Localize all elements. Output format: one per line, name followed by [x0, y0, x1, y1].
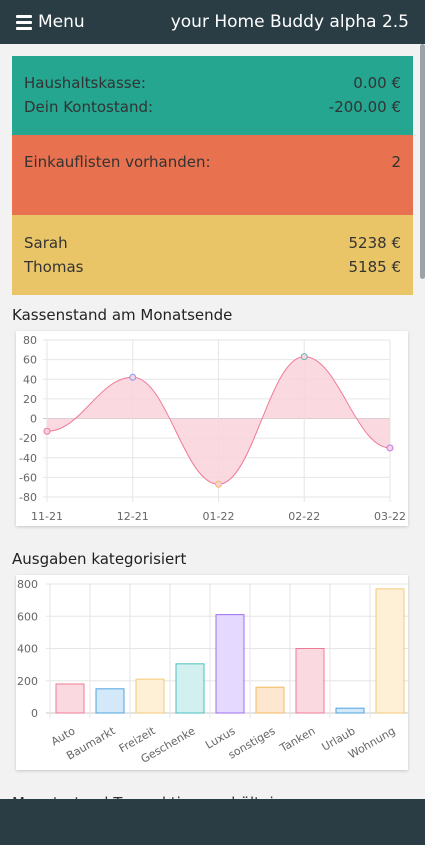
lists-label: Einkauflisten vorhanden:	[24, 153, 211, 171]
data-point	[300, 353, 308, 361]
bar	[135, 678, 165, 714]
person-row: Sarah 5238 €	[24, 231, 401, 255]
top-navbar: Menu your Home Buddy alpha 2.5	[0, 0, 425, 44]
bar	[375, 588, 405, 714]
y-tick-label: 60	[23, 354, 37, 367]
lists-count: 2	[391, 153, 401, 171]
x-tick-label: 03-22	[374, 510, 406, 523]
x-tick-label: Tanken	[277, 724, 318, 755]
line-chart-title: Kassenstand am Monatsende	[12, 306, 233, 324]
scrollbar[interactable]	[420, 44, 425, 279]
people-panel: Sarah 5238 € Thomas 5185 €	[12, 215, 413, 295]
data-point	[215, 480, 222, 488]
y-tick-label: 400	[17, 643, 38, 656]
balance-value: -200.00 €	[328, 98, 401, 116]
y-tick-label: 800	[17, 578, 38, 591]
line-chart: 80 60 40 20 0 -20 -40 -60 -80 11-21 12-21 01-22 02-2…	[19, 334, 406, 523]
y-tick-label: 200	[17, 675, 38, 688]
bar	[335, 707, 365, 714]
y-tick-label: 0	[31, 707, 38, 720]
menu-button[interactable]: Menu	[16, 12, 85, 32]
bar	[95, 688, 125, 714]
data-point	[129, 373, 137, 381]
hamburger-icon	[16, 14, 32, 30]
y-tick-label: -80	[19, 491, 37, 504]
shopping-lists-panel[interactable]: Einkauflisten vorhanden: 2	[12, 135, 413, 215]
bar	[175, 663, 205, 714]
x-tick-label: Auto	[49, 724, 78, 748]
person-value: 5185 €	[348, 258, 402, 276]
bar	[215, 614, 245, 714]
bottom-bar	[0, 799, 425, 845]
y-tick-label: 40	[23, 373, 37, 386]
y-tick-label: 600	[17, 610, 38, 623]
data-point	[386, 444, 394, 452]
y-tick-label: 80	[23, 334, 37, 347]
y-tick-label: 20	[23, 393, 37, 406]
bar-chart-title: Ausgaben kategorisiert	[12, 550, 187, 568]
x-tick-label: 12-21	[117, 510, 149, 523]
data-point	[43, 427, 51, 435]
app-title: your Home Buddy alpha 2.5	[170, 12, 409, 32]
y-tick-label: 0	[30, 413, 37, 426]
person-name: Thomas	[24, 258, 84, 276]
bar-chart: 8006004002000AutoBaumarkt FreizeitGeschen…	[17, 578, 408, 766]
x-tick-label: 02-22	[288, 510, 320, 523]
cash-value: 0.00 €	[353, 74, 401, 92]
menu-label: Menu	[38, 12, 85, 32]
bar	[255, 686, 285, 714]
x-tick-label: 11-21	[31, 510, 63, 523]
bar-chart-card: 800 600 400 200 0 Auto Baumarkt Freizeit Geschen…	[16, 575, 408, 770]
line-chart-card: 80 60 40 20 0 -20 -40 -60 -80 11-21 12-21 01-22 02-2…	[16, 331, 408, 526]
y-tick-label: -20	[19, 432, 37, 445]
cash-panel: Haushaltskasse: 0.00 € Dein Kontostand: …	[12, 56, 413, 135]
person-row: Thomas 5185 €	[24, 255, 401, 279]
bar	[295, 648, 325, 714]
person-name: Sarah	[24, 234, 68, 252]
x-tick-label: 01-22	[203, 510, 235, 523]
person-value: 5238 €	[348, 234, 402, 252]
bar	[55, 683, 85, 714]
y-tick-label: -40	[19, 452, 37, 465]
cash-label: Haushaltskasse:	[24, 74, 146, 92]
balance-label: Dein Kontostand:	[24, 98, 154, 116]
y-tick-label: -60	[19, 471, 37, 484]
